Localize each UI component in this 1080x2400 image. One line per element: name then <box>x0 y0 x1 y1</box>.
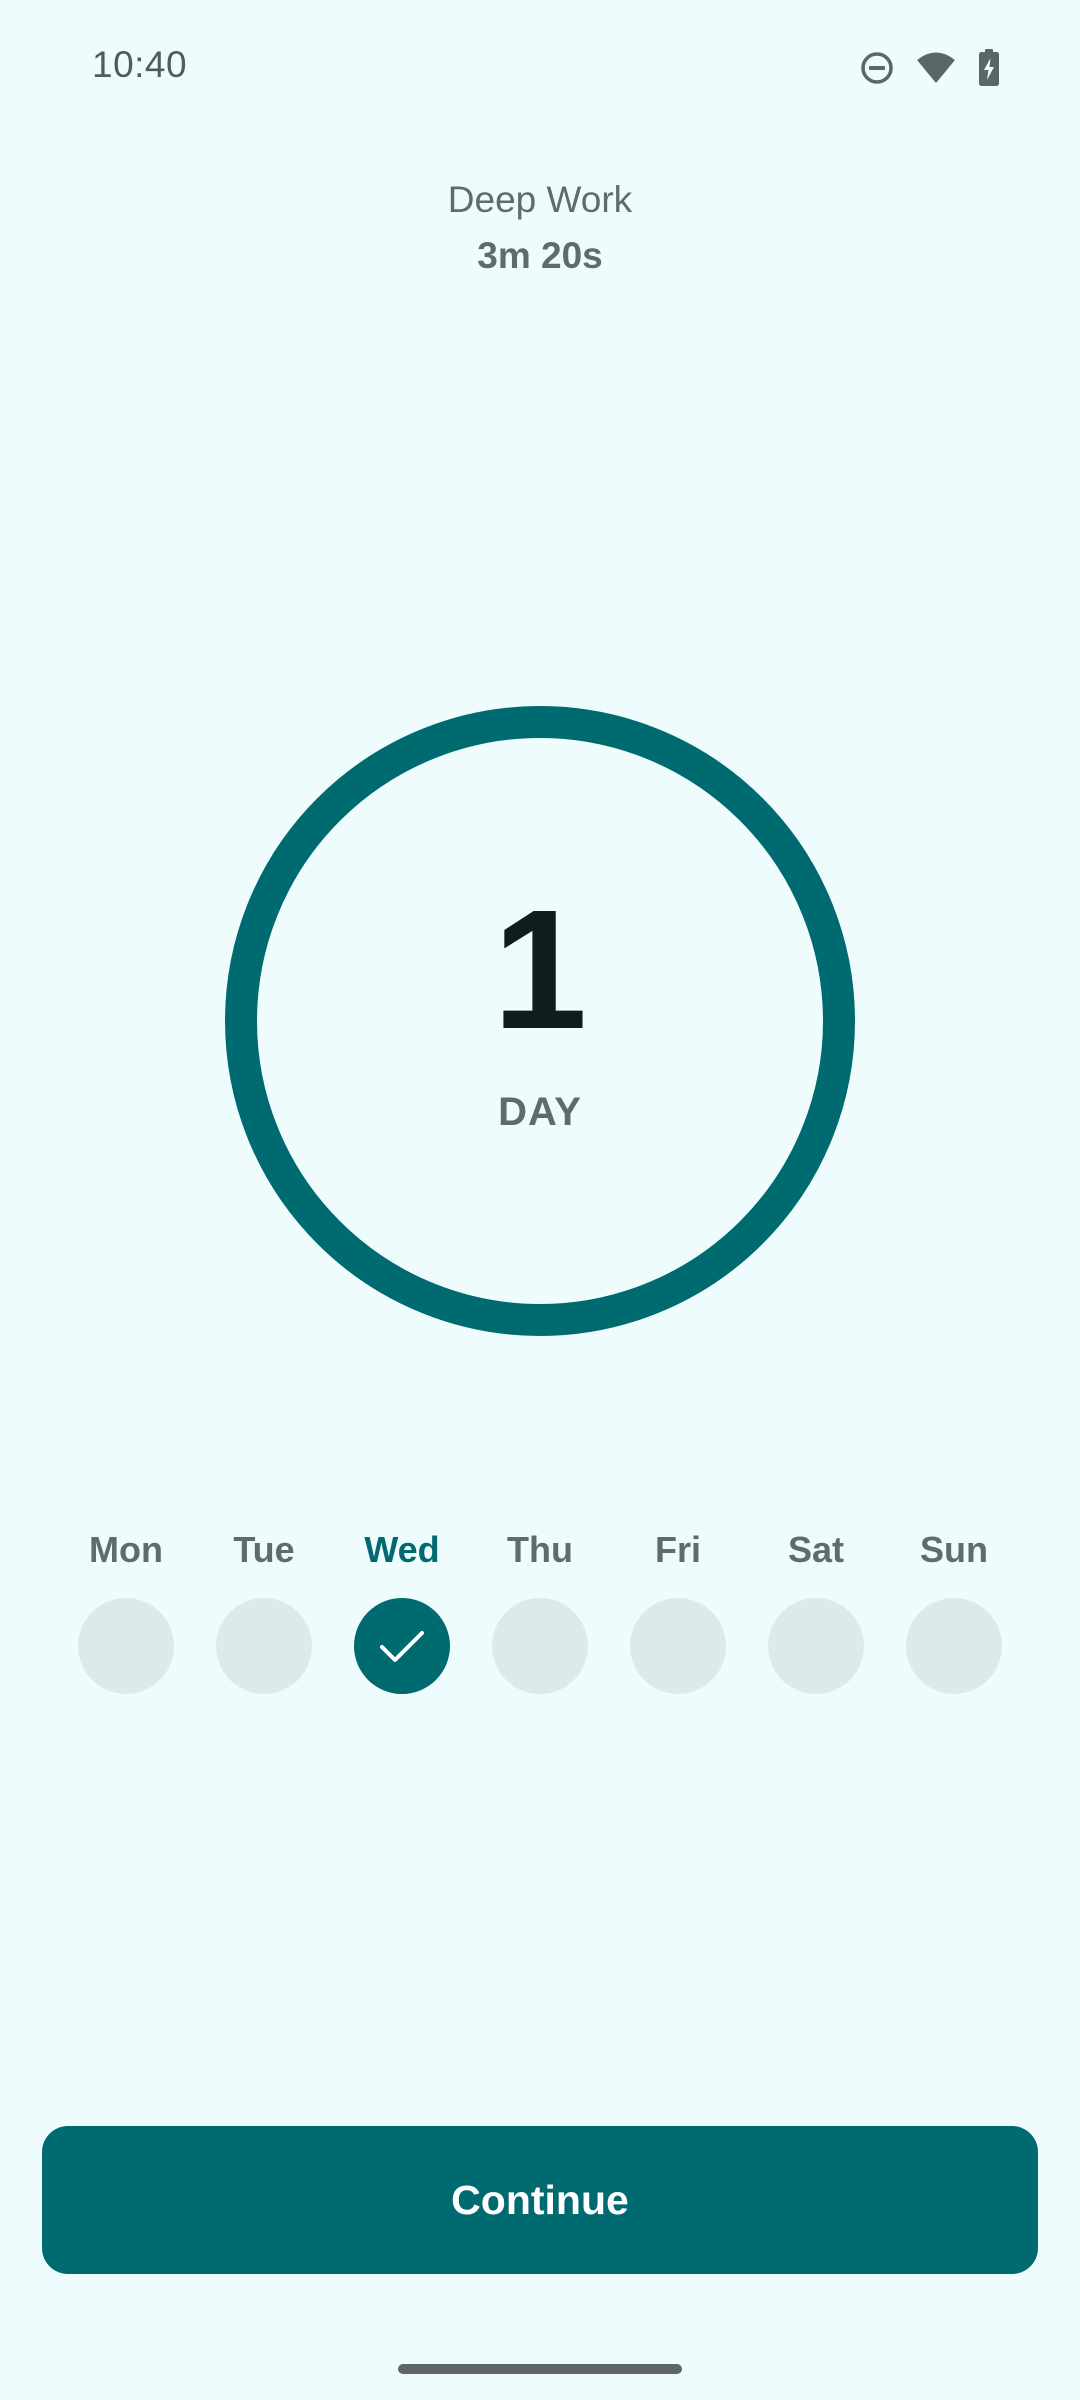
session-duration: 3m 20s <box>477 235 603 276</box>
wifi-icon <box>916 51 956 85</box>
day-mon: Mon <box>78 1526 174 1694</box>
day-status-dot <box>630 1598 726 1694</box>
day-status-dot <box>216 1598 312 1694</box>
day-status-dot <box>492 1598 588 1694</box>
status-time: 10:40 <box>92 44 188 85</box>
day-label: Fri <box>654 1529 701 1570</box>
day-label: Tue <box>233 1529 295 1570</box>
day-status-dot <box>354 1598 450 1694</box>
day-fri: Fri <box>630 1526 726 1694</box>
day-thu: Thu <box>492 1526 588 1694</box>
streak-unit: DAY <box>498 1090 582 1134</box>
day-tue: Tue <box>216 1526 312 1694</box>
day-wed: Wed <box>354 1526 450 1694</box>
day-status-dot <box>906 1598 1002 1694</box>
day-sat: Sat <box>768 1526 864 1694</box>
week-progress: Mon Tue Wed Thu Fri Sat Sun <box>78 1526 1002 1696</box>
status-icons <box>860 48 1000 88</box>
day-label: Wed <box>364 1529 440 1570</box>
session-name: Deep Work <box>447 179 633 220</box>
gesture-nav-handle[interactable] <box>398 2364 682 2374</box>
do-not-disturb-icon <box>860 51 894 85</box>
checkmark-icon <box>380 1631 424 1662</box>
streak-count: 1 <box>492 875 588 1065</box>
continue-button[interactable]: Continue <box>42 2126 1038 2274</box>
streak-ring: 1 DAY <box>224 705 856 1337</box>
day-label: Sat <box>787 1529 845 1570</box>
day-label: Mon <box>89 1529 163 1570</box>
day-sun: Sun <box>906 1526 1002 1694</box>
session-header: Deep Work 3m 20s <box>0 176 1080 280</box>
day-status-dot <box>78 1598 174 1694</box>
day-status-dot <box>768 1598 864 1694</box>
day-label: Thu <box>507 1529 573 1570</box>
status-bar: 10:40 <box>0 0 1080 132</box>
day-label: Sun <box>920 1529 988 1570</box>
battery-charging-icon <box>978 49 1000 87</box>
